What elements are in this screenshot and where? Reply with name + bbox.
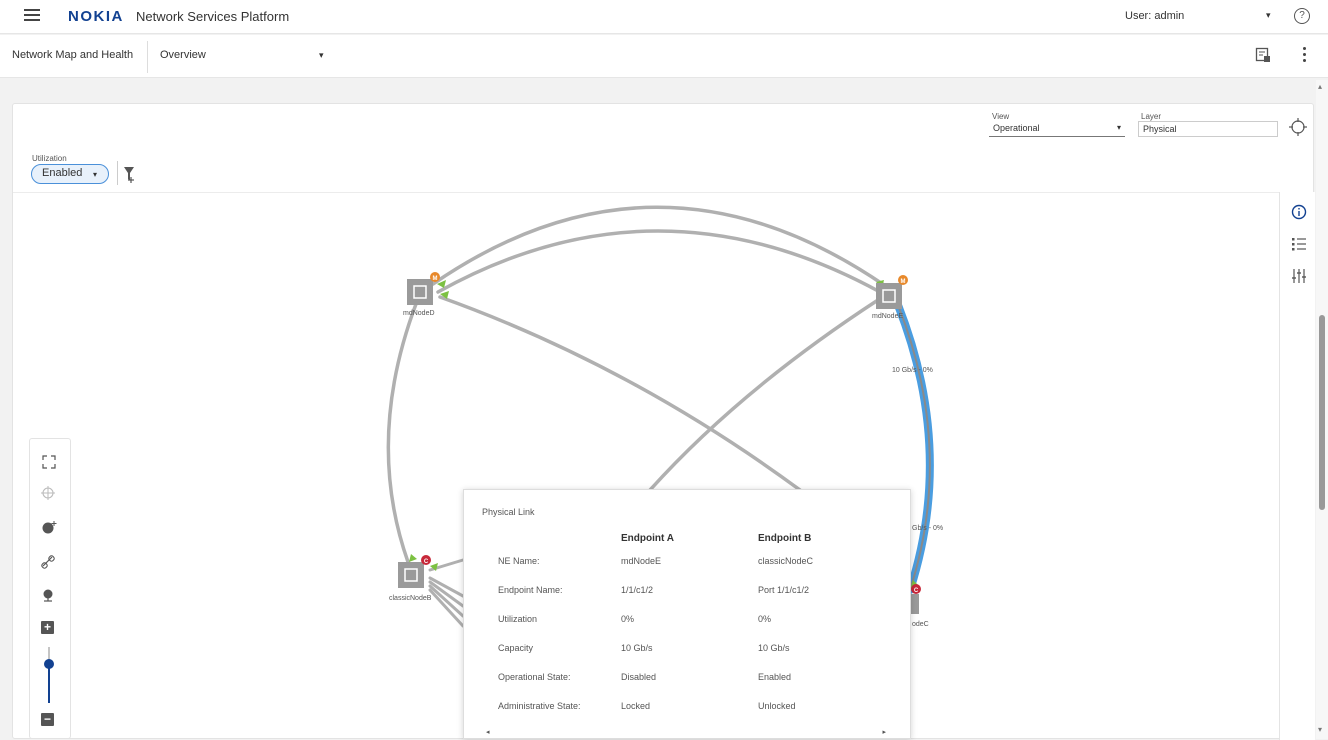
endpoint-b-value: classicNodeC xyxy=(758,555,814,566)
endpoint-b-value: Unlocked xyxy=(758,700,796,711)
zoom-in-button[interactable]: + xyxy=(41,621,54,634)
table-header-row: Endpoint A Endpoint B xyxy=(480,530,888,546)
endpoint-a-value: mdNodeE xyxy=(621,555,662,566)
link-d-e-2 xyxy=(436,229,882,294)
endpoint-a-value: Locked xyxy=(621,700,651,711)
link-label: Gb/s - 0% xyxy=(912,525,943,532)
node-classicnodeb: C classicNodeB xyxy=(389,555,432,602)
node-icon[interactable] xyxy=(40,519,58,537)
map-toolbar: + − xyxy=(29,438,71,739)
link-d-b xyxy=(386,302,418,564)
link-d-c xyxy=(438,295,802,492)
scroll-down-icon[interactable]: ▾ xyxy=(1318,725,1322,734)
row-label: Utilization xyxy=(498,613,538,624)
table-row: Administrative State: Locked Unlocked xyxy=(480,691,888,720)
table-header: Endpoint A xyxy=(621,532,674,544)
endpoint-a-value: 0% xyxy=(621,613,635,624)
physical-link-popup: Physical Link Endpoint A Endpoint B NE N… xyxy=(463,489,911,739)
node-label: mdNodeE xyxy=(872,313,903,320)
endpoint-b-value: Enabled xyxy=(758,671,792,682)
endpoint-a-value: Disabled xyxy=(621,671,657,682)
row-label: Administrative State: xyxy=(498,700,581,711)
table-row: Operational State: Disabled Enabled xyxy=(480,662,888,691)
table-row: Capacity 10 Gb/s 10 Gb/s xyxy=(480,633,888,662)
scrollbar-thumb[interactable] xyxy=(1319,315,1325,510)
zoom-slider-handle[interactable] xyxy=(44,659,54,669)
node-label: odeC xyxy=(912,621,929,628)
node-label: mdNodeD xyxy=(403,310,435,317)
scroll-left-icon[interactable]: ◂ xyxy=(486,728,490,736)
endpoint-a-value: 1/1/c1/2 xyxy=(621,584,654,595)
row-label: NE Name: xyxy=(498,555,540,566)
zoom-slider-fill xyxy=(48,663,50,703)
link-e-b xyxy=(648,298,880,492)
zoom-out-button[interactable]: − xyxy=(41,713,54,726)
endpoint-b-value: 0% xyxy=(758,613,772,624)
node-badge: C xyxy=(424,559,429,565)
scroll-up-icon[interactable]: ▴ xyxy=(1318,82,1322,91)
link-details-table: Endpoint A Endpoint B NE Name: mdNodeE c… xyxy=(480,530,888,720)
table-header: Endpoint B xyxy=(758,532,812,544)
table-row: Endpoint Name: 1/1/c1/2 Port 1/1/c1/2 xyxy=(480,575,888,604)
table-row: Utilization 0% 0% xyxy=(480,604,888,633)
node-badge: M xyxy=(433,276,438,282)
popup-horizontal-scrollbar[interactable]: ◂ ▸ xyxy=(484,728,888,738)
scroll-right-icon[interactable]: ▸ xyxy=(882,728,886,736)
popup-title: Physical Link xyxy=(482,507,535,517)
node-label: classicNodeB xyxy=(389,595,432,602)
table-row: NE Name: mdNodeE classicNodeC xyxy=(480,546,888,575)
link-label: 10 Gb/s - 0% xyxy=(892,367,933,374)
table-header xyxy=(480,530,621,546)
endpoint-b-value: 10 Gb/s xyxy=(758,642,790,653)
page-scrollbar[interactable]: ▴ ▾ xyxy=(1316,80,1328,739)
select-area-icon[interactable] xyxy=(40,485,58,503)
row-label: Endpoint Name: xyxy=(498,584,563,595)
endpoint-b-value: Port 1/1/c1/2 xyxy=(758,584,810,595)
link-icon[interactable] xyxy=(40,553,58,571)
row-label: Operational State: xyxy=(498,671,571,682)
node-mdnoded: M mdNodeD xyxy=(403,272,440,317)
node-badge: M xyxy=(901,279,906,285)
link-d-e-1 xyxy=(431,205,886,287)
endpoint-a-value: 10 Gb/s xyxy=(621,642,653,653)
node-classicnodec: C odeC xyxy=(911,584,929,628)
node-badge: C xyxy=(914,588,919,594)
geo-icon[interactable] xyxy=(40,587,58,605)
fit-screen-icon[interactable] xyxy=(40,453,58,471)
row-label: Capacity xyxy=(498,642,534,653)
